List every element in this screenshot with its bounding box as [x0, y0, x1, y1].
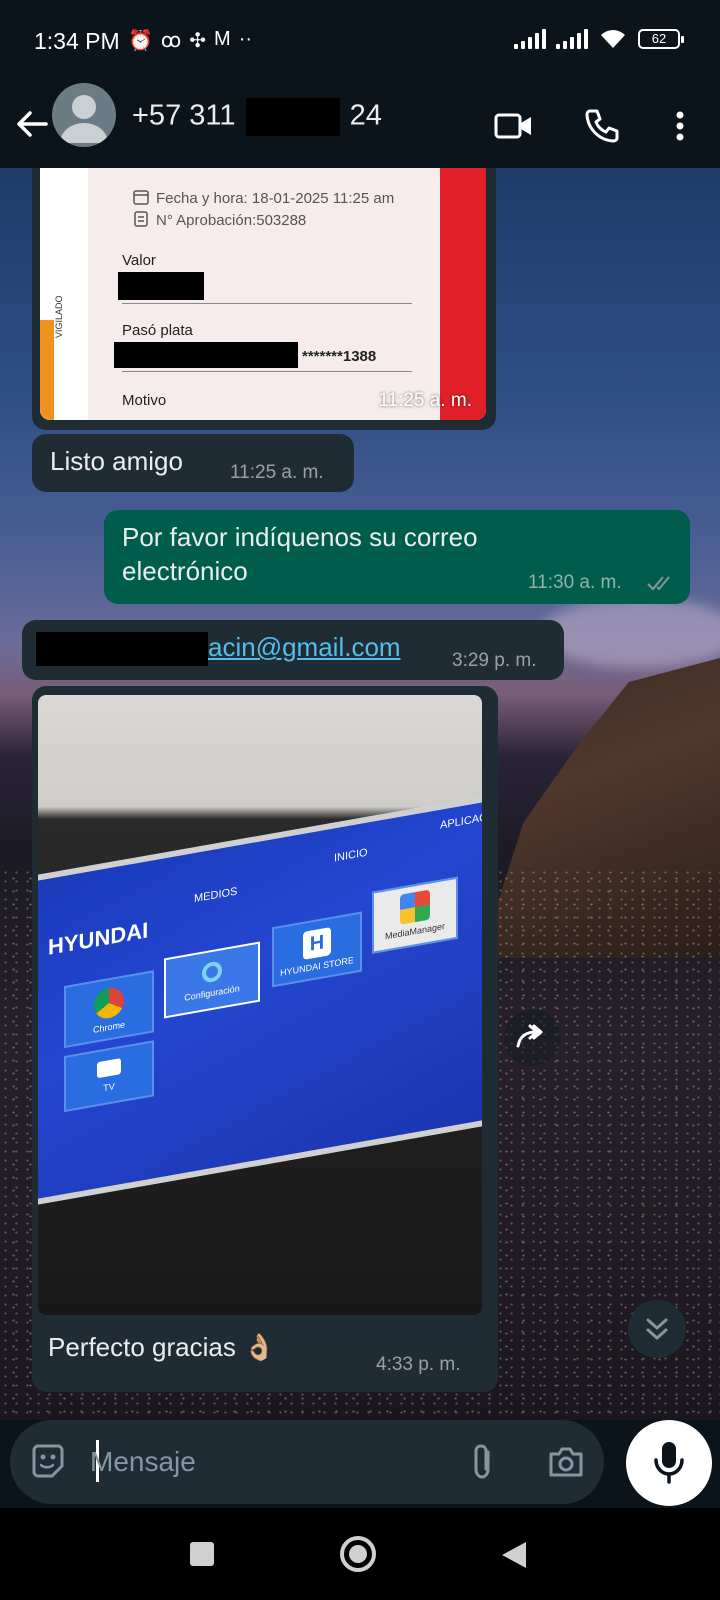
incoming-message[interactable]: Listo amigo 11:25 a. m.: [32, 434, 354, 492]
status-time: 1:34 PM: [34, 28, 120, 54]
receipt-datetime: Fecha y hora: 18-01-2025 11:25 am: [156, 190, 395, 207]
outgoing-message[interactable]: Por favor indíquenos su correo electróni…: [104, 510, 690, 604]
message-composer: [10, 1420, 604, 1504]
system-navigation-bar: [0, 1508, 720, 1600]
tv-app-tile: Chrome: [64, 970, 154, 1049]
receipt-paid-value: *******1388: [302, 348, 377, 365]
fan-icon: ✣: [189, 30, 207, 52]
photo-caption: Perfecto gracias 👌🏼: [48, 1332, 276, 1362]
status-system-icons: 62: [514, 28, 684, 50]
microphone-icon: [654, 1442, 684, 1484]
receipt-divider: [122, 371, 412, 372]
contact-number-prefix: +57 311: [132, 99, 236, 132]
message-text: Por favor indíquenos su correo electróni…: [122, 522, 478, 586]
email-link[interactable]: acin@gmail.com: [208, 630, 401, 664]
voicemail-icon: ꝏ: [160, 30, 182, 52]
message-time: 4:33 p. m.: [376, 1354, 461, 1375]
more-options-icon[interactable]: [660, 106, 700, 146]
tv-screen: HYUNDAI MEDIOS INICIO APLICAC Chrome Con…: [38, 793, 482, 1207]
contact-name[interactable]: +57 311 24: [132, 98, 382, 136]
recents-button[interactable]: [190, 1542, 214, 1566]
chat-header: +57 311 24: [0, 83, 720, 168]
more-notifications-icon: ··: [238, 28, 253, 50]
arrow-left-icon[interactable]: [12, 104, 52, 144]
message-time: 11:30 a. m.: [528, 572, 622, 593]
message-input[interactable]: [90, 1438, 450, 1486]
double-chevron-down-icon: [646, 1318, 668, 1340]
phone-icon[interactable]: [582, 106, 622, 146]
message-text: Listo amigo: [50, 446, 183, 476]
receipt-value-label: Valor: [122, 252, 156, 269]
home-button[interactable]: [340, 1536, 376, 1572]
tv-menu-item: INICIO: [334, 846, 368, 865]
receipt-image[interactable]: VIGILADO Fecha y hora: 18-01-2025 11:25 …: [40, 168, 486, 420]
redaction-box: [36, 632, 208, 666]
scroll-to-bottom-button[interactable]: [628, 1300, 686, 1358]
tv-brand: HYUNDAI: [48, 917, 149, 960]
microphone-button[interactable]: [626, 1420, 712, 1506]
receipt-paid-label: Pasó plata: [122, 322, 193, 339]
forward-button[interactable]: [504, 1010, 560, 1066]
battery-icon: 62: [638, 29, 684, 49]
tv-app-tile: MediaManager: [372, 876, 458, 954]
redaction-box: [245, 98, 340, 136]
double-check-icon: [647, 576, 670, 591]
status-bar: 1:34 PM ⏰ ꝏ ✣ M ·· 62: [0, 0, 720, 84]
tv-app-tile: Configuración: [164, 941, 260, 1019]
tv-photo[interactable]: HYUNDAI MEDIOS INICIO APLICAC Chrome Con…: [38, 695, 482, 1315]
alarm-icon: ⏰: [128, 30, 153, 52]
message-time: 11:25 a. m.: [230, 462, 324, 483]
receipt-reason-label: Motivo: [122, 392, 167, 409]
tv-menu-item: MEDIOS: [194, 885, 238, 906]
wallpaper-cloud: [540, 598, 720, 668]
message-time: 3:29 p. m.: [452, 650, 537, 671]
avatar[interactable]: [52, 83, 116, 147]
tv-app-tile: TV: [64, 1040, 154, 1113]
signal-icon: [514, 29, 546, 49]
chat-area[interactable]: VIGILADO Fecha y hora: 18-01-2025 11:25 …: [0, 168, 720, 1420]
contact-number-suffix: 24: [349, 99, 382, 132]
receipt-icon: [134, 211, 148, 227]
video-camera-icon[interactable]: [494, 106, 534, 146]
gmail-icon: M: [214, 28, 231, 50]
sticker-icon[interactable]: [28, 1442, 68, 1482]
person-icon: [60, 95, 108, 143]
signal-icon-2: [556, 29, 588, 49]
calendar-icon: [133, 190, 149, 205]
receipt-vertical-text: VIGILADO: [54, 295, 64, 338]
paperclip-icon[interactable]: [466, 1442, 500, 1482]
tv-app-tile: H HYUNDAI STORE: [272, 911, 362, 988]
wifi-icon: [601, 30, 625, 48]
receipt-divider: [122, 303, 412, 304]
receipt-red-stripe: [440, 168, 486, 420]
incoming-message[interactable]: acin@gmail.com 3:29 p. m.: [22, 620, 564, 680]
message-time: 11:25 a. m.: [378, 390, 472, 411]
camera-icon[interactable]: [546, 1442, 586, 1482]
redaction-box: [114, 342, 298, 368]
receipt-approval: N° Aprobación:503288: [156, 212, 307, 229]
redaction-box: [118, 272, 204, 300]
tv-menu-item: APLICAC: [440, 811, 482, 832]
status-notification-icons: ⏰ ꝏ ✣ M ··: [128, 28, 252, 53]
forward-icon: [516, 1024, 543, 1048]
back-button[interactable]: [500, 1540, 528, 1570]
